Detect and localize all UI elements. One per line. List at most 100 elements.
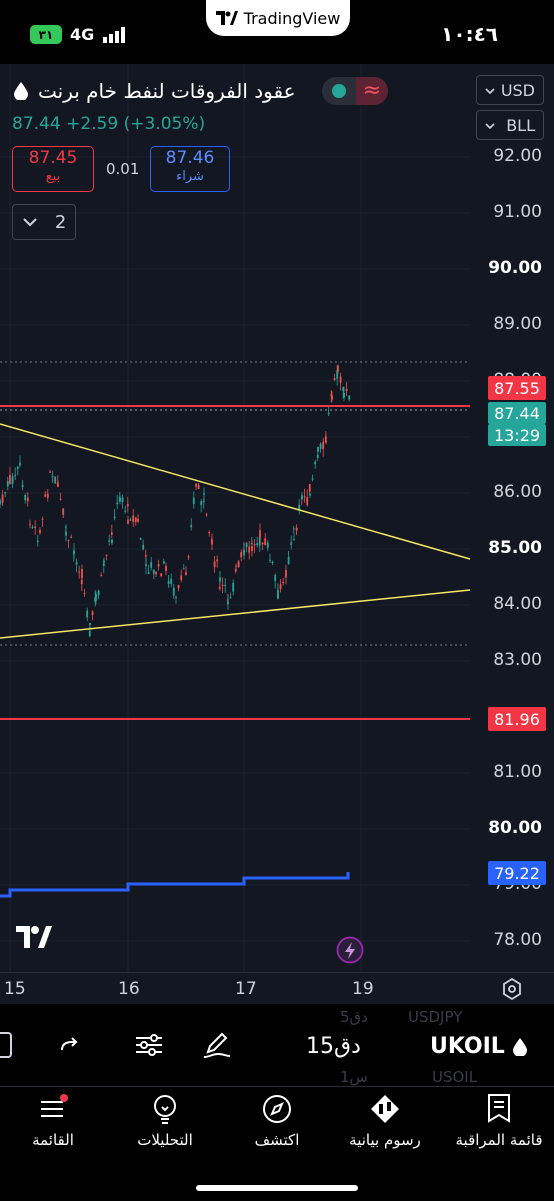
currency-selector[interactable]: USD (476, 75, 544, 105)
candle-body (89, 622, 91, 626)
candle-body (314, 461, 317, 465)
candle-body (279, 584, 282, 589)
candle-body (65, 531, 67, 536)
price-chart[interactable] (0, 64, 554, 1004)
buy-button[interactable]: 87.46 شراء (150, 146, 230, 192)
redo-icon[interactable] (58, 1034, 80, 1056)
candle-body (137, 518, 139, 522)
fullscreen-icon[interactable] (0, 1032, 12, 1058)
candle-body (180, 575, 183, 580)
interval-selector[interactable]: 15دق (306, 1034, 361, 1059)
candle-body (192, 497, 195, 504)
candle-body (205, 514, 208, 516)
candle-body (83, 592, 86, 594)
candle-body (46, 493, 49, 498)
candle-body (73, 550, 75, 554)
collapse-indicators-button[interactable]: 2 (12, 204, 76, 240)
candle-body (327, 412, 330, 415)
price-change-row: 87.44 +2.59 (+3.05%) (12, 114, 205, 134)
candle-body (6, 481, 9, 487)
market-open-dot (332, 84, 346, 98)
nav-watchlist[interactable]: قائمة المراقبة (444, 1093, 554, 1149)
candle-body (203, 493, 205, 495)
currency-value: USD (500, 80, 535, 100)
candle-body (59, 498, 62, 500)
sell-label: بيع (45, 169, 61, 184)
candle-body (0, 500, 1, 505)
candle-body (62, 508, 65, 515)
status-pill[interactable]: ≈ (322, 77, 388, 105)
time-axis[interactable]: 15 16 17 19 (0, 972, 554, 1005)
candle-body (70, 536, 73, 539)
candle-body (97, 590, 100, 596)
candle-body (248, 546, 251, 553)
candle-body (170, 578, 173, 584)
price-axis-label: 91.00 (493, 202, 542, 222)
lightning-icon[interactable] (336, 936, 364, 964)
nav-label: رسوم بيانية (349, 1131, 421, 1149)
candle-body (266, 542, 269, 548)
nav-menu[interactable]: القائمة (0, 1093, 108, 1149)
candle-body (157, 564, 160, 567)
clock: ١٠:٤٦ (441, 22, 498, 46)
unit-selector[interactable]: BLL (476, 110, 544, 140)
indicators-count: 2 (54, 211, 67, 233)
candle-body (124, 510, 127, 512)
candle-body (31, 527, 34, 529)
candle-body (317, 447, 319, 452)
trendline-lower (0, 589, 471, 639)
spread-value: 0.01 (106, 160, 140, 178)
candle-body (39, 530, 41, 533)
candle-body (316, 454, 319, 458)
candle-body (274, 575, 277, 581)
sell-button[interactable]: 87.45 بيع (12, 146, 94, 192)
price-axis-label: 86.00 (493, 482, 542, 502)
candle-body (119, 498, 121, 502)
nav-explore[interactable]: اكتشف (222, 1093, 332, 1149)
candle-body (144, 555, 147, 557)
candle-body (227, 601, 229, 605)
candle-body (127, 519, 129, 524)
ghost-symbol-bottom: USOIL (432, 1068, 478, 1086)
candle-body (295, 527, 298, 531)
price-axis-label: 90.00 (488, 258, 542, 278)
candle-body (301, 495, 303, 500)
candle-body (49, 471, 51, 473)
candle-body (264, 538, 267, 546)
price-axis-label: 83.00 (493, 650, 542, 670)
chart-area[interactable]: 92.0091.0090.0089.0088.0087.0086.0085.00… (0, 64, 554, 1004)
chart-grid (0, 64, 470, 972)
candle-body (67, 540, 70, 542)
resistance-price-tag: 87.55 (488, 376, 546, 400)
drawing-tool-icon[interactable] (202, 1030, 232, 1060)
candle-body (167, 580, 170, 584)
candle-body (219, 577, 221, 582)
candle-body (337, 365, 339, 372)
nav-charts[interactable]: رسوم بيانية (330, 1093, 440, 1149)
candle-body (213, 561, 216, 568)
candle-body (160, 573, 163, 577)
price-axis-label: 92.00 (493, 146, 542, 166)
candle-body (81, 568, 83, 578)
nav-ideas[interactable]: التحليلات (110, 1093, 220, 1149)
indicators-icon[interactable] (134, 1030, 164, 1060)
trendline-upper (0, 423, 471, 560)
nav-label: التحليلات (137, 1131, 193, 1149)
candle-body (285, 569, 287, 577)
symbol-selector[interactable]: UKOIL (430, 1034, 527, 1059)
candle-body (57, 484, 59, 487)
candle-body (319, 443, 322, 449)
app-pill[interactable]: TradingView (206, 0, 350, 36)
candle-body (333, 378, 336, 380)
moving-average-line (0, 872, 350, 898)
chart-settings-icon[interactable] (500, 977, 524, 1001)
candle-body (44, 494, 47, 497)
candle-body (19, 462, 21, 466)
candle-body (292, 528, 295, 530)
price-axis-label: 78.00 (493, 930, 542, 950)
ghost-interval-top: 5دق (340, 1008, 368, 1026)
candle-body (105, 554, 108, 556)
buy-price: 87.46 (165, 148, 215, 168)
home-indicator (196, 1185, 358, 1191)
candle-body (126, 504, 129, 507)
